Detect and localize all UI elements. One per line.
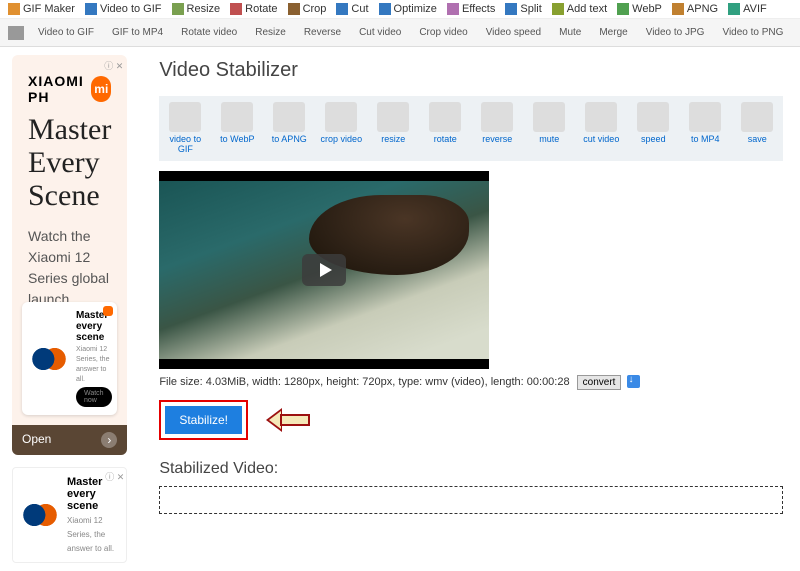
tool-mute[interactable]: mute [527,102,571,155]
tool-crop-video[interactable]: crop video [319,102,363,155]
ad-graphic-icon [30,340,68,378]
crop-video-icon [325,102,357,132]
arrow-annotation-icon [266,408,312,432]
cut-video-icon [585,102,617,132]
page-title: Video Stabilizer [159,59,783,82]
tool-rotate[interactable]: rotate [423,102,467,155]
ad2-close-icon[interactable]: ⓘ ✕ [105,470,124,483]
nav-cut[interactable]: Cut [336,3,368,15]
advertisement-1[interactable]: ⓘ ✕ XIAOMI PH mi Master Every Scene Watc… [12,55,127,455]
tools-toolbar: video to GIF to WebP to APNG crop video resi… [159,96,783,161]
nav-webp[interactable]: WebP [617,3,662,15]
tool-label: save [748,135,767,145]
nav-resize[interactable]: Resize [172,3,221,15]
tool-save[interactable]: save [735,102,779,155]
top-navigation: GIF Maker Video to GIF Resize Rotate Cro… [0,0,800,19]
secnav-video-to-jpg[interactable]: Video to JPG [638,23,713,42]
video-icon [8,26,24,40]
to-webp-icon [221,102,253,132]
nav-split[interactable]: Split [505,3,541,15]
rotate-icon [429,102,461,132]
tool-label: to WebP [220,135,254,145]
tool-label: rotate [434,135,457,145]
nav-optimize[interactable]: Optimize [379,3,437,15]
tool-label: to APNG [272,135,307,145]
tool-label: crop video [321,135,363,145]
secnav-video-to-png[interactable]: Video to PNG [714,23,791,42]
tool-label: speed [641,135,666,145]
stabilize-button[interactable]: Stabilize! [165,406,242,434]
secnav-crop-video[interactable]: Crop video [411,23,475,42]
nav-effects[interactable]: Effects [447,3,495,15]
advertisement-2[interactable]: ⓘ ✕ Master every scene Xiaomi 12 Series,… [12,467,127,563]
nav-add-text[interactable]: Add text [552,3,607,15]
secondary-navigation: Video to GIF GIF to MP4 Rotate video Res… [0,19,800,47]
ad-card-subtitle: Xiaomi 12 Series, the answer to all. [76,346,109,383]
tool-label: cut video [583,135,619,145]
secnav-gif-to-mp4[interactable]: GIF to MP4 [104,23,171,42]
tool-reverse[interactable]: reverse [475,102,519,155]
ad-headline: Master Every Scene [28,113,111,212]
file-info-text: File size: 4.03MiB, width: 1280px, heigh… [159,376,569,388]
secnav-merge[interactable]: Merge [591,23,635,42]
tool-label: to MP4 [691,135,720,145]
main-content: Video Stabilizer video to GIF to WebP to A… [139,47,800,571]
secnav-mute[interactable]: Mute [551,23,589,42]
resize-icon [377,102,409,132]
secnav-video-to-gif[interactable]: Video to GIF [30,23,102,42]
nav-crop[interactable]: Crop [288,3,327,15]
watch-now-button[interactable]: Watch now [76,387,112,407]
tool-resize[interactable]: resize [371,102,415,155]
to-mp4-icon [689,102,721,132]
secnav-video-speed[interactable]: Video speed [478,23,549,42]
xiaomi-logo-small-icon [103,306,113,316]
download-icon[interactable] [627,375,640,388]
secnav-reverse[interactable]: Reverse [296,23,349,42]
tool-cut-video[interactable]: cut video [579,102,623,155]
file-metadata: File size: 4.03MiB, width: 1280px, heigh… [159,375,783,390]
secnav-rotate-video[interactable]: Rotate video [173,23,245,42]
ad-brand: XIAOMI PH [28,73,91,105]
secnav-resize[interactable]: Resize [247,23,294,42]
ad-close-icon[interactable]: ⓘ ✕ [104,59,123,72]
save-icon [741,102,773,132]
ad-open-bar[interactable]: Open › [12,425,127,455]
secnav-cut-video[interactable]: Cut video [351,23,409,42]
video-preview[interactable] [159,171,489,369]
sidebar: ⓘ ✕ XIAOMI PH mi Master Every Scene Watc… [0,47,139,571]
ad-inner-card[interactable]: Master every scene Xiaomi 12 Series, the… [22,302,117,415]
nav-apng[interactable]: APNG [672,3,718,15]
tool-label: mute [539,135,559,145]
to-apng-icon [273,102,305,132]
tool-to-webp[interactable]: to WebP [215,102,259,155]
nav-gif-maker[interactable]: GIF Maker [8,3,75,15]
tool-to-apng[interactable]: to APNG [267,102,311,155]
tool-label: resize [381,135,405,145]
nav-rotate[interactable]: Rotate [230,3,277,15]
video-to-gif-icon [169,102,201,132]
ad-open-label: Open [22,432,51,448]
tool-label: reverse [482,135,512,145]
mute-icon [533,102,565,132]
tool-to-mp4[interactable]: to MP4 [683,102,727,155]
ad2-graphic-icon [21,496,59,534]
xiaomi-logo-icon: mi [91,76,111,102]
stabilized-video-output [159,486,783,514]
nav-video-to-gif[interactable]: Video to GIF [85,3,162,15]
tool-speed[interactable]: speed [631,102,675,155]
speed-icon [637,102,669,132]
nav-avif[interactable]: AVIF [728,3,767,15]
reverse-icon [481,102,513,132]
stabilized-video-heading: Stabilized Video: [159,460,783,478]
play-icon[interactable] [302,254,346,286]
convert-button[interactable]: convert [577,375,622,390]
tool-video-to-gif[interactable]: video to GIF [163,102,207,155]
tool-label: video to GIF [163,135,207,155]
chevron-right-icon: › [101,432,117,448]
